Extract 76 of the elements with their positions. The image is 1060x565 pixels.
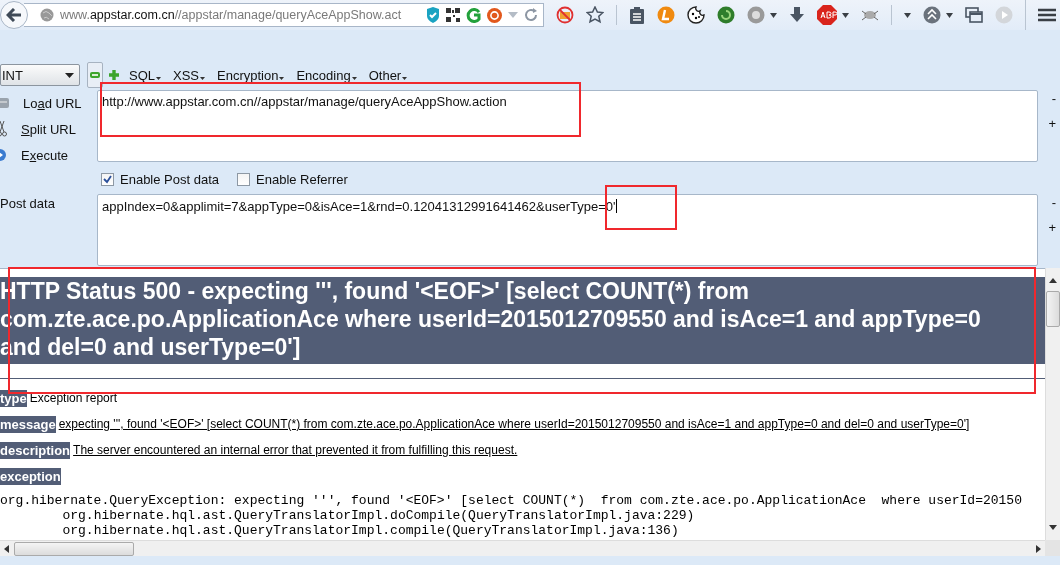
address-text: www.appstar.com.cn//appstar/manage/queryAceAppShow.act xyxy=(60,8,403,22)
scrollbar-thumb[interactable] xyxy=(1046,291,1060,327)
caret-icon[interactable] xyxy=(842,12,849,18)
action-button[interactable]: Split URL xyxy=(0,120,97,138)
field-label: exception xyxy=(0,467,61,485)
minus-button[interactable] xyxy=(87,62,103,88)
resize-button[interactable]: + xyxy=(1048,118,1056,130)
menu-icon[interactable] xyxy=(1038,8,1056,22)
menu-button[interactable]: XSS xyxy=(173,67,206,83)
caret-icon xyxy=(200,76,206,80)
globe-icon xyxy=(40,8,54,22)
scrollbar-thumb[interactable] xyxy=(14,541,134,556)
drive-icon xyxy=(0,96,9,110)
field-label: message xyxy=(0,415,56,433)
back-button[interactable] xyxy=(0,1,28,29)
disc-icon[interactable] xyxy=(747,6,765,24)
scissors-icon xyxy=(0,121,7,137)
checkbox-label: Enable Referrer xyxy=(256,172,348,187)
field-label: type xyxy=(0,389,27,407)
ring-logo-icon[interactable] xyxy=(487,7,502,23)
checkbox[interactable] xyxy=(237,173,251,186)
l-logo-icon[interactable] xyxy=(657,6,675,24)
bug-icon[interactable] xyxy=(861,8,879,22)
field-value: expecting ''', found '<EOF>' [select COUNT(*) from com.zte.ace.po.ApplicationAce where userId=2015012709550 and isAce=1 and appType=0 and del=0 and userType=0'] xyxy=(58,417,970,431)
field-label: description xyxy=(0,441,71,459)
url-field[interactable]: http://www.appstar.com.cn//appstar/manage/queryAceAppShow.action xyxy=(97,90,1038,162)
caret-icon xyxy=(156,76,161,80)
caret-icon[interactable] xyxy=(946,12,953,18)
stack-trace-line: org.hibernate.QueryException: expecting ''', found '<EOF>' [select COUNT(*) from com.zte.ace.po.ApplicationAce where userId=20150 xyxy=(0,493,1023,508)
windows-icon[interactable] xyxy=(965,7,983,23)
dropdown-arrow-icon xyxy=(65,72,74,78)
checkbox[interactable] xyxy=(101,173,114,186)
ball-icon[interactable] xyxy=(717,6,735,24)
download-icon[interactable] xyxy=(789,7,805,23)
address-bar[interactable]: www.appstar.com.cn//appstar/manage/queryAceAppShow.act xyxy=(24,3,544,27)
arrows-circle-icon[interactable] xyxy=(923,6,941,24)
adblock-icon[interactable] xyxy=(817,5,837,25)
stack-trace-line: org.hibernate.hql.ast.QueryTranslatorImpl.doCompile(QueryTranslatorImpl.java:229) xyxy=(61,508,696,523)
resize-button[interactable]: - xyxy=(1051,93,1056,105)
action-button[interactable]: Execute xyxy=(0,146,97,164)
vertical-scrollbar[interactable] xyxy=(1045,268,1060,540)
horizontal-scrollbar[interactable] xyxy=(0,540,1045,556)
dropdown[interactable]: INT xyxy=(0,64,80,86)
plus-icon[interactable] xyxy=(109,70,119,80)
caret-icon xyxy=(402,76,408,80)
g-logo-icon[interactable] xyxy=(466,7,481,23)
arrow-up-icon[interactable] xyxy=(1049,278,1057,283)
menu-button[interactable]: Encryption xyxy=(217,67,285,83)
qr-code-icon[interactable] xyxy=(446,8,460,22)
stack-trace-line: org.hibernate.hql.ast.QueryTranslatorImpl.compile(QueryTranslatorImpl.java:136) xyxy=(61,523,680,538)
minus-icon xyxy=(90,70,100,80)
menu-button[interactable]: Other xyxy=(368,67,408,83)
shield-icon[interactable] xyxy=(426,7,440,23)
menu-button[interactable]: Encoding xyxy=(296,67,357,83)
clipboard-icon[interactable] xyxy=(629,6,645,24)
checkbox-label: Enable Post data xyxy=(120,172,220,187)
caret-icon xyxy=(351,76,357,80)
action-button[interactable]: Load URL xyxy=(0,94,97,112)
reload-icon[interactable] xyxy=(524,8,538,22)
field-value: The server encountered an internal error that prevented it from fulfilling this request. xyxy=(73,443,518,457)
back-arrow-icon xyxy=(6,8,22,22)
arrow-down-icon[interactable] xyxy=(1049,525,1057,530)
cookie-icon[interactable] xyxy=(687,6,705,24)
menu-button[interactable]: SQL xyxy=(129,67,161,83)
resize-button[interactable]: + xyxy=(1048,222,1056,234)
field-value: Exception report xyxy=(29,391,118,405)
star-icon[interactable] xyxy=(586,6,604,24)
arrow-left-icon[interactable] xyxy=(4,544,9,553)
scrollbar-corner xyxy=(1045,540,1060,556)
resize-button[interactable]: - xyxy=(1051,197,1056,209)
blocked-icon[interactable] xyxy=(556,6,574,24)
caret-icon[interactable] xyxy=(904,12,911,18)
field-label: Post data xyxy=(0,195,56,213)
caret-icon[interactable] xyxy=(770,12,777,18)
caret-icon xyxy=(279,76,285,80)
arrow-right-icon[interactable] xyxy=(1036,544,1041,553)
